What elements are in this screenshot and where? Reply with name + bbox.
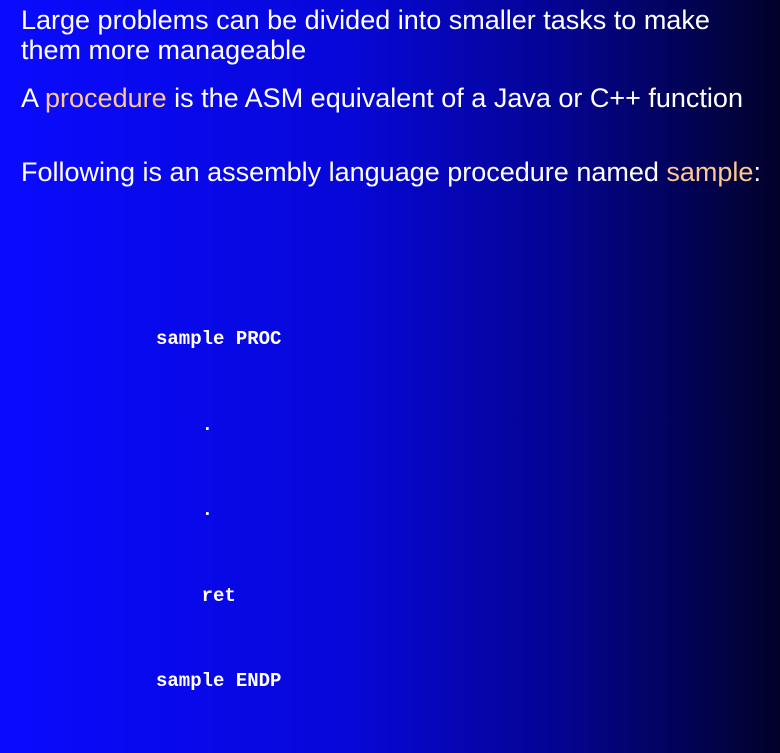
code-line-proc: sample PROC: [156, 328, 282, 350]
bullet-text-before: Following is an assembly language proced…: [21, 157, 667, 187]
bullet-sample-intro: Following is an assembly language proced…: [21, 157, 776, 187]
code-line-ret: ret: [156, 584, 236, 607]
bullet-text-before: A: [21, 83, 46, 113]
code-line-dot: .: [156, 413, 214, 436]
bullet-text-after: is the ASM equivalent of a Java or C++ f…: [166, 83, 743, 113]
code-line-endp: sample ENDP: [156, 670, 282, 692]
bullet-procedure-definition: A procedure is the ASM equivalent of a J…: [21, 83, 776, 113]
term-sample: sample: [666, 157, 754, 187]
code-block: sample PROC . . ret sample ENDP: [156, 268, 281, 753]
bullet-divide-problems: Large problems can be divided into small…: [21, 5, 776, 65]
bullet-text: Large problems can be divided into small…: [21, 5, 710, 65]
slide: Large problems can be divided into small…: [0, 0, 780, 692]
term-procedure: procedure: [45, 83, 167, 113]
code-line-dot: .: [156, 499, 214, 521]
bullet-text-after: :: [753, 157, 761, 187]
